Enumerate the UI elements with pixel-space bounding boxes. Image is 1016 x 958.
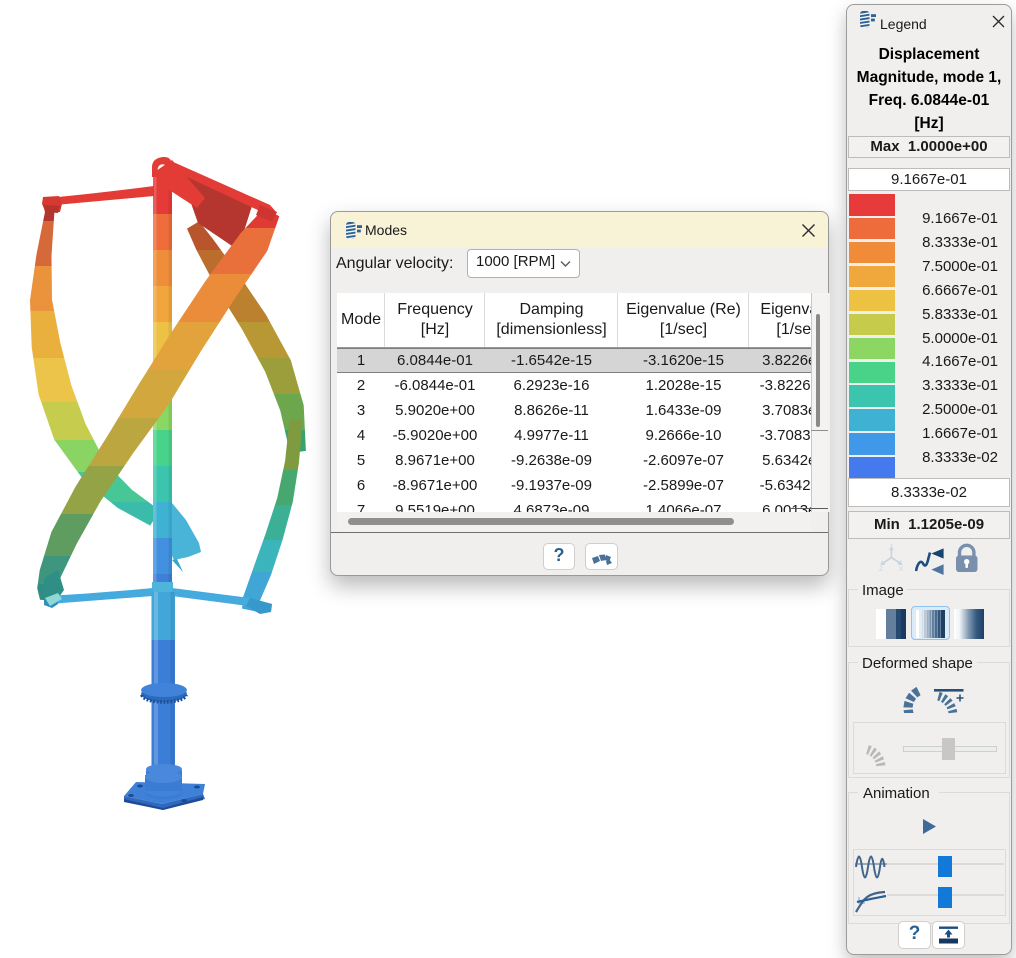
svg-text:X: X (899, 566, 903, 572)
svg-text:Y: Y (889, 544, 894, 549)
svg-text:Z: Z (879, 566, 883, 572)
